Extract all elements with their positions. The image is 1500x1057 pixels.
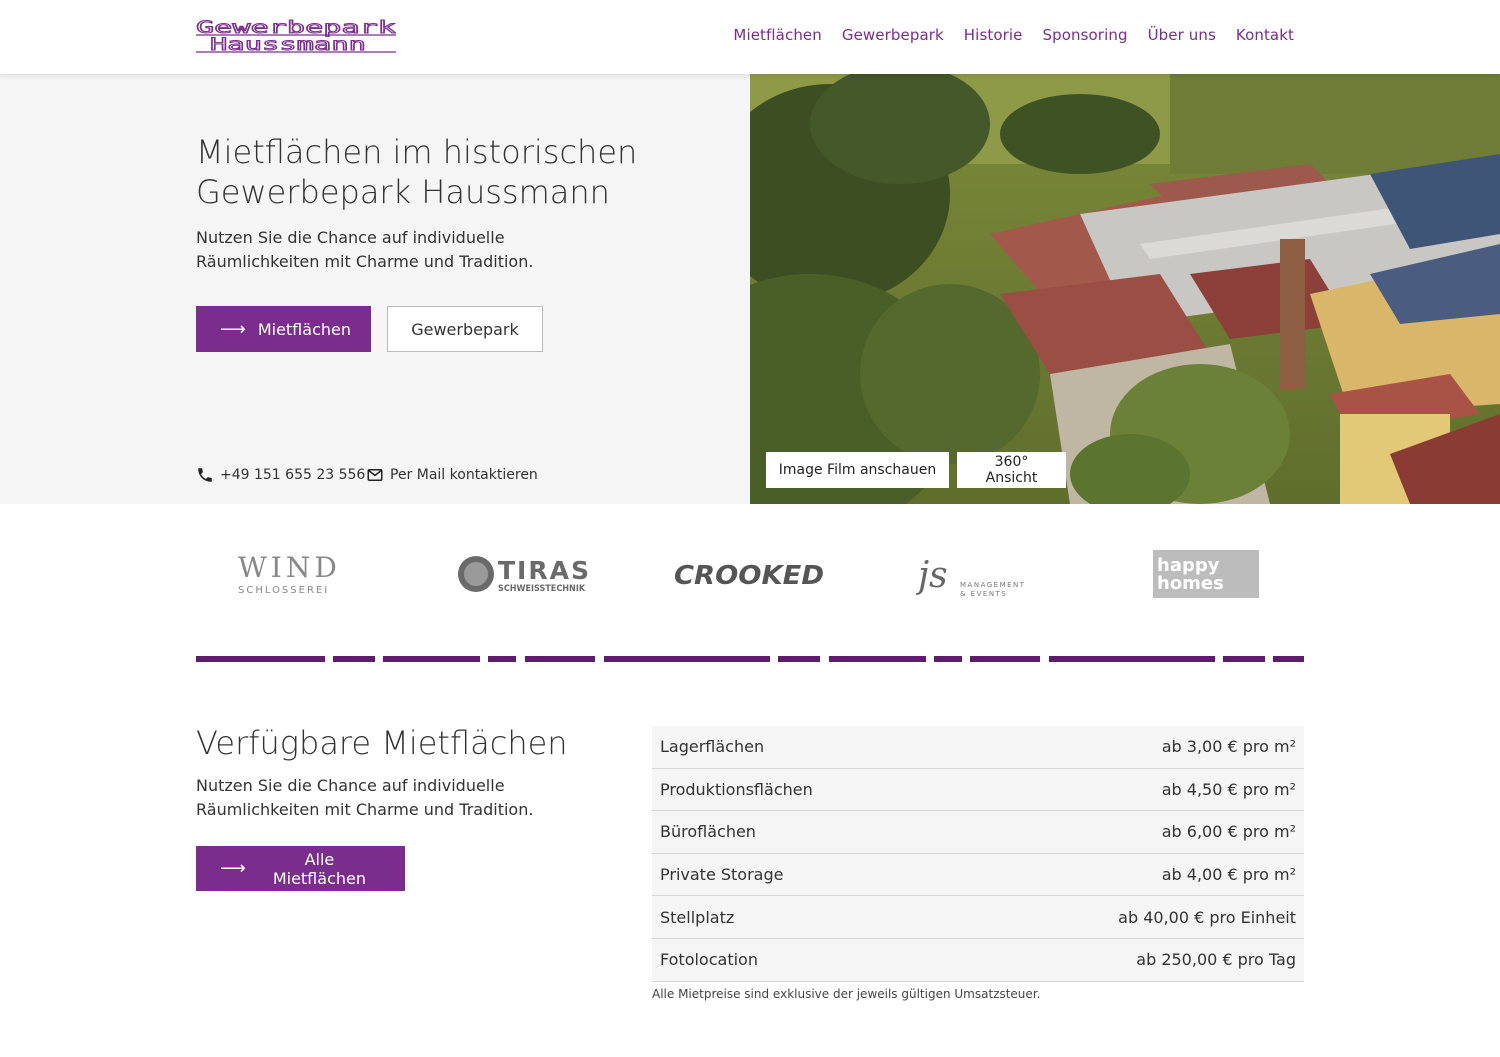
hero-subtitle: Nutzen Sie die Chance auf individuelle R…: [196, 228, 534, 271]
arrow-right-icon: ⟶: [220, 318, 246, 340]
partner-tiras[interactable]: TIRAS SCHWEISSTECHNIK: [456, 540, 591, 608]
hero-aerial-image: [750, 74, 1500, 504]
mietflaechen-button[interactable]: ⟶ Mietflächen: [196, 306, 371, 352]
phone-link[interactable]: +49 151 655 23 556: [196, 466, 365, 484]
price-row-label: Produktionsflächen: [660, 779, 813, 799]
price-row-value: ab 4,50 € pro m²: [1161, 779, 1296, 799]
partner-wind[interactable]: WIND SCHLOSSEREI: [236, 540, 356, 608]
rentals-subtitle: Nutzen Sie die Chance auf individuelle R…: [196, 776, 534, 819]
happy-line2: homes: [1157, 573, 1224, 594]
site-header: Gewerbepark Haussmann Mietflächen Gewerb…: [0, 0, 1500, 74]
mietflaechen-button-label: Mietflächen: [257, 319, 351, 339]
price-row-label: Private Storage: [660, 865, 784, 885]
partner-crooked[interactable]: CROOKED: [674, 540, 826, 608]
phone-icon: [198, 468, 212, 482]
image-film-button[interactable]: Image Film anschauen: [766, 452, 949, 488]
mail-link[interactable]: Per Mail kontaktieren: [366, 466, 538, 484]
js-sub2: & EVENTS: [960, 590, 1007, 598]
price-row-label: Fotolocation: [660, 950, 758, 970]
tiras-sub: SCHWEISSTECHNIK: [498, 584, 586, 594]
nav-kontakt[interactable]: Kontakt: [1236, 26, 1294, 44]
price-row-value: ab 6,00 € pro m²: [1161, 822, 1296, 842]
price-row[interactable]: Lagerflächen ab 3,00 € pro m²: [652, 726, 1304, 769]
price-table: Lagerflächen ab 3,00 € pro m² Produktion…: [652, 726, 1304, 982]
site-logo[interactable]: Gewerbepark Haussmann: [196, 18, 397, 56]
view-360-button[interactable]: 360° Ansicht: [957, 452, 1066, 488]
wind-sub: SCHLOSSEREI: [238, 585, 329, 596]
partner-js-management[interactable]: js MANAGEMENT & EVENTS: [916, 540, 1036, 608]
nav-ueber-uns[interactable]: Über uns: [1148, 26, 1216, 44]
price-row-label: Stellplatz: [660, 907, 735, 927]
nav-historie[interactable]: Historie: [964, 26, 1023, 44]
price-row[interactable]: Stellplatz ab 40,00 € pro Einheit: [652, 896, 1304, 939]
mail-icon: [367, 469, 383, 481]
price-row-value: ab 250,00 € pro Tag: [1136, 950, 1296, 970]
price-note: Alle Mietpreise sind exklusive der jewei…: [652, 987, 1041, 1001]
price-row-label: Lagerflächen: [660, 737, 765, 757]
tiras-name: TIRAS: [498, 556, 591, 585]
hero-title: Mietflächen im historischen Gewerbepark …: [196, 133, 638, 211]
price-row[interactable]: Büroflächen ab 6,00 € pro m²: [652, 811, 1304, 854]
main-nav: Mietflächen Gewerbepark Historie Sponsor…: [733, 26, 1294, 44]
price-row-value: ab 4,00 € pro m²: [1161, 865, 1296, 885]
section-divider: [196, 656, 1304, 662]
nav-mietflaechen[interactable]: Mietflächen: [733, 26, 821, 44]
price-row-value: ab 40,00 € pro Einheit: [1118, 907, 1296, 927]
arrow-right-icon: ⟶: [220, 858, 246, 879]
partner-happy-homes[interactable]: happy homes: [1153, 540, 1259, 608]
phone-number: +49 151 655 23 556: [220, 467, 366, 483]
price-row-value: ab 3,00 € pro m²: [1161, 737, 1296, 757]
price-row[interactable]: Fotolocation ab 250,00 € pro Tag: [652, 938, 1304, 982]
alle-mietflaechen-label: Alle Mietflächen: [272, 849, 366, 888]
gewerbepark-button[interactable]: Gewerbepark: [387, 306, 543, 352]
logo-line2: Haussmann: [210, 35, 366, 54]
mail-label: Per Mail kontaktieren: [390, 467, 538, 483]
alle-mietflaechen-button[interactable]: ⟶ Alle Mietflächen: [196, 846, 405, 891]
nav-gewerbepark[interactable]: Gewerbepark: [842, 26, 944, 44]
js-name: js: [916, 555, 948, 596]
rentals-title: Verfügbare Mietflächen: [196, 724, 568, 762]
price-row[interactable]: Produktionsflächen ab 4,50 € pro m²: [652, 768, 1304, 812]
price-row[interactable]: Private Storage ab 4,00 € pro m²: [652, 853, 1304, 897]
nav-sponsoring[interactable]: Sponsoring: [1042, 26, 1127, 44]
js-sub1: MANAGEMENT: [960, 581, 1026, 589]
crooked-name: CROOKED: [674, 561, 824, 591]
partner-logos: WIND SCHLOSSEREI TIRAS SCHWEISSTECHNIK C…: [196, 540, 1304, 610]
wind-name: WIND: [238, 551, 341, 584]
price-row-label: Büroflächen: [660, 822, 756, 842]
